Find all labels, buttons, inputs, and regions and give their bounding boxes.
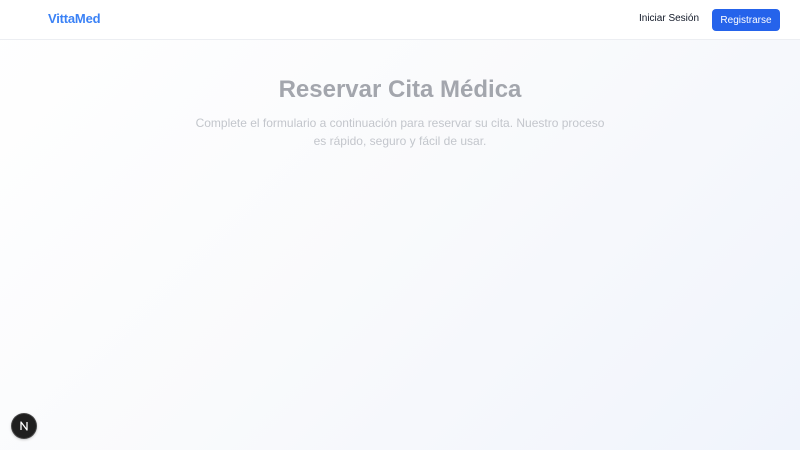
page-title: Reservar Cita Médica	[278, 76, 522, 103]
page-subtitle: Complete el formulario a continuación pa…	[195, 116, 605, 148]
next-logo-icon	[20, 421, 28, 431]
top-navbar: VittaMed Iniciar Sesión Registrarse	[0, 0, 800, 40]
brand-logo[interactable]: VittaMed	[48, 11, 101, 26]
login-link[interactable]: Iniciar Sesión	[639, 13, 699, 24]
register-button[interactable]: Registrarse	[712, 9, 780, 31]
dev-tools-badge[interactable]	[12, 414, 36, 438]
